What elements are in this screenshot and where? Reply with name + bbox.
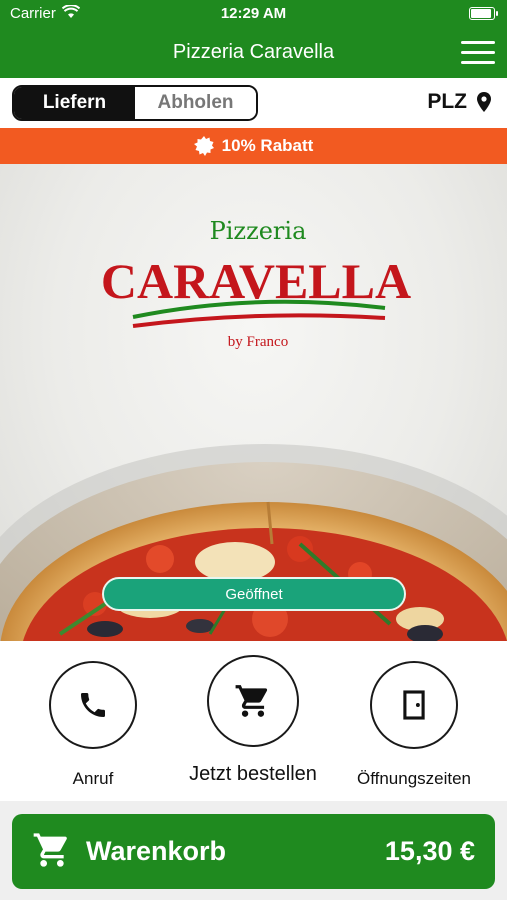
quick-actions: Anruf Jetzt bestellen Öffnungszeiten — [0, 641, 507, 801]
cart-icon — [235, 685, 268, 717]
call-label: Anruf — [72, 769, 114, 788]
battery-icon — [469, 7, 498, 20]
order-now-action[interactable]: Jetzt bestellen — [178, 655, 328, 786]
location-pin-icon — [477, 92, 491, 112]
opening-hours-action[interactable]: Öffnungszeiten — [339, 661, 489, 789]
toggle-abholen[interactable]: Abholen — [135, 87, 256, 119]
opening-hours-label: Öffnungszeiten — [356, 769, 472, 788]
cart-total: 15,30 € — [384, 836, 475, 866]
pizza-illustration: Pizzeria CARAVELLA by Franco — [0, 217, 507, 641]
cart-button[interactable]: Warenkorb 15,30 € — [12, 814, 495, 889]
open-status-badge[interactable]: Geöffnet — [102, 577, 406, 611]
call-action[interactable]: Anruf — [18, 661, 168, 789]
opening-hours-button[interactable] — [370, 661, 458, 749]
discount-banner[interactable]: 10% Rabatt — [0, 128, 507, 164]
badge-icon — [193, 136, 214, 156]
cart-footer: Warenkorb 15,30 € — [0, 801, 507, 900]
logo-pizzeria: Pizzeria — [210, 217, 307, 245]
clock: 12:29 AM — [220, 5, 287, 22]
navigation-bar: Pizzeria Caravella — [0, 28, 507, 78]
logo-by-franco: by Franco — [228, 334, 288, 350]
plz-label: PLZ — [427, 90, 467, 113]
order-now-button[interactable] — [207, 655, 299, 747]
discount-text: 10% Rabatt — [221, 136, 314, 155]
app-screen: Carrier 12:29 AM Pizzeria Caravella Lief… — [0, 0, 507, 900]
page-title: Pizzeria Caravella — [172, 41, 335, 63]
order-mode-bar: Liefern Abholen PLZ — [0, 78, 507, 128]
toggle-liefern[interactable]: Liefern — [14, 87, 135, 119]
plz-selector[interactable]: PLZ — [427, 90, 491, 114]
status-bar: Carrier 12:29 AM — [0, 0, 507, 28]
hero-image: Pizzeria CARAVELLA by Franco Geöffnet — [0, 164, 507, 641]
order-now-label: Jetzt bestellen — [189, 763, 317, 785]
call-button[interactable] — [49, 661, 137, 749]
hamburger-menu-icon[interactable] — [461, 41, 495, 65]
cart-icon — [33, 833, 67, 867]
delivery-toggle: Liefern Abholen — [12, 85, 258, 121]
door-icon — [403, 690, 425, 720]
phone-icon — [81, 693, 105, 717]
cart-label: Warenkorb — [86, 836, 227, 866]
